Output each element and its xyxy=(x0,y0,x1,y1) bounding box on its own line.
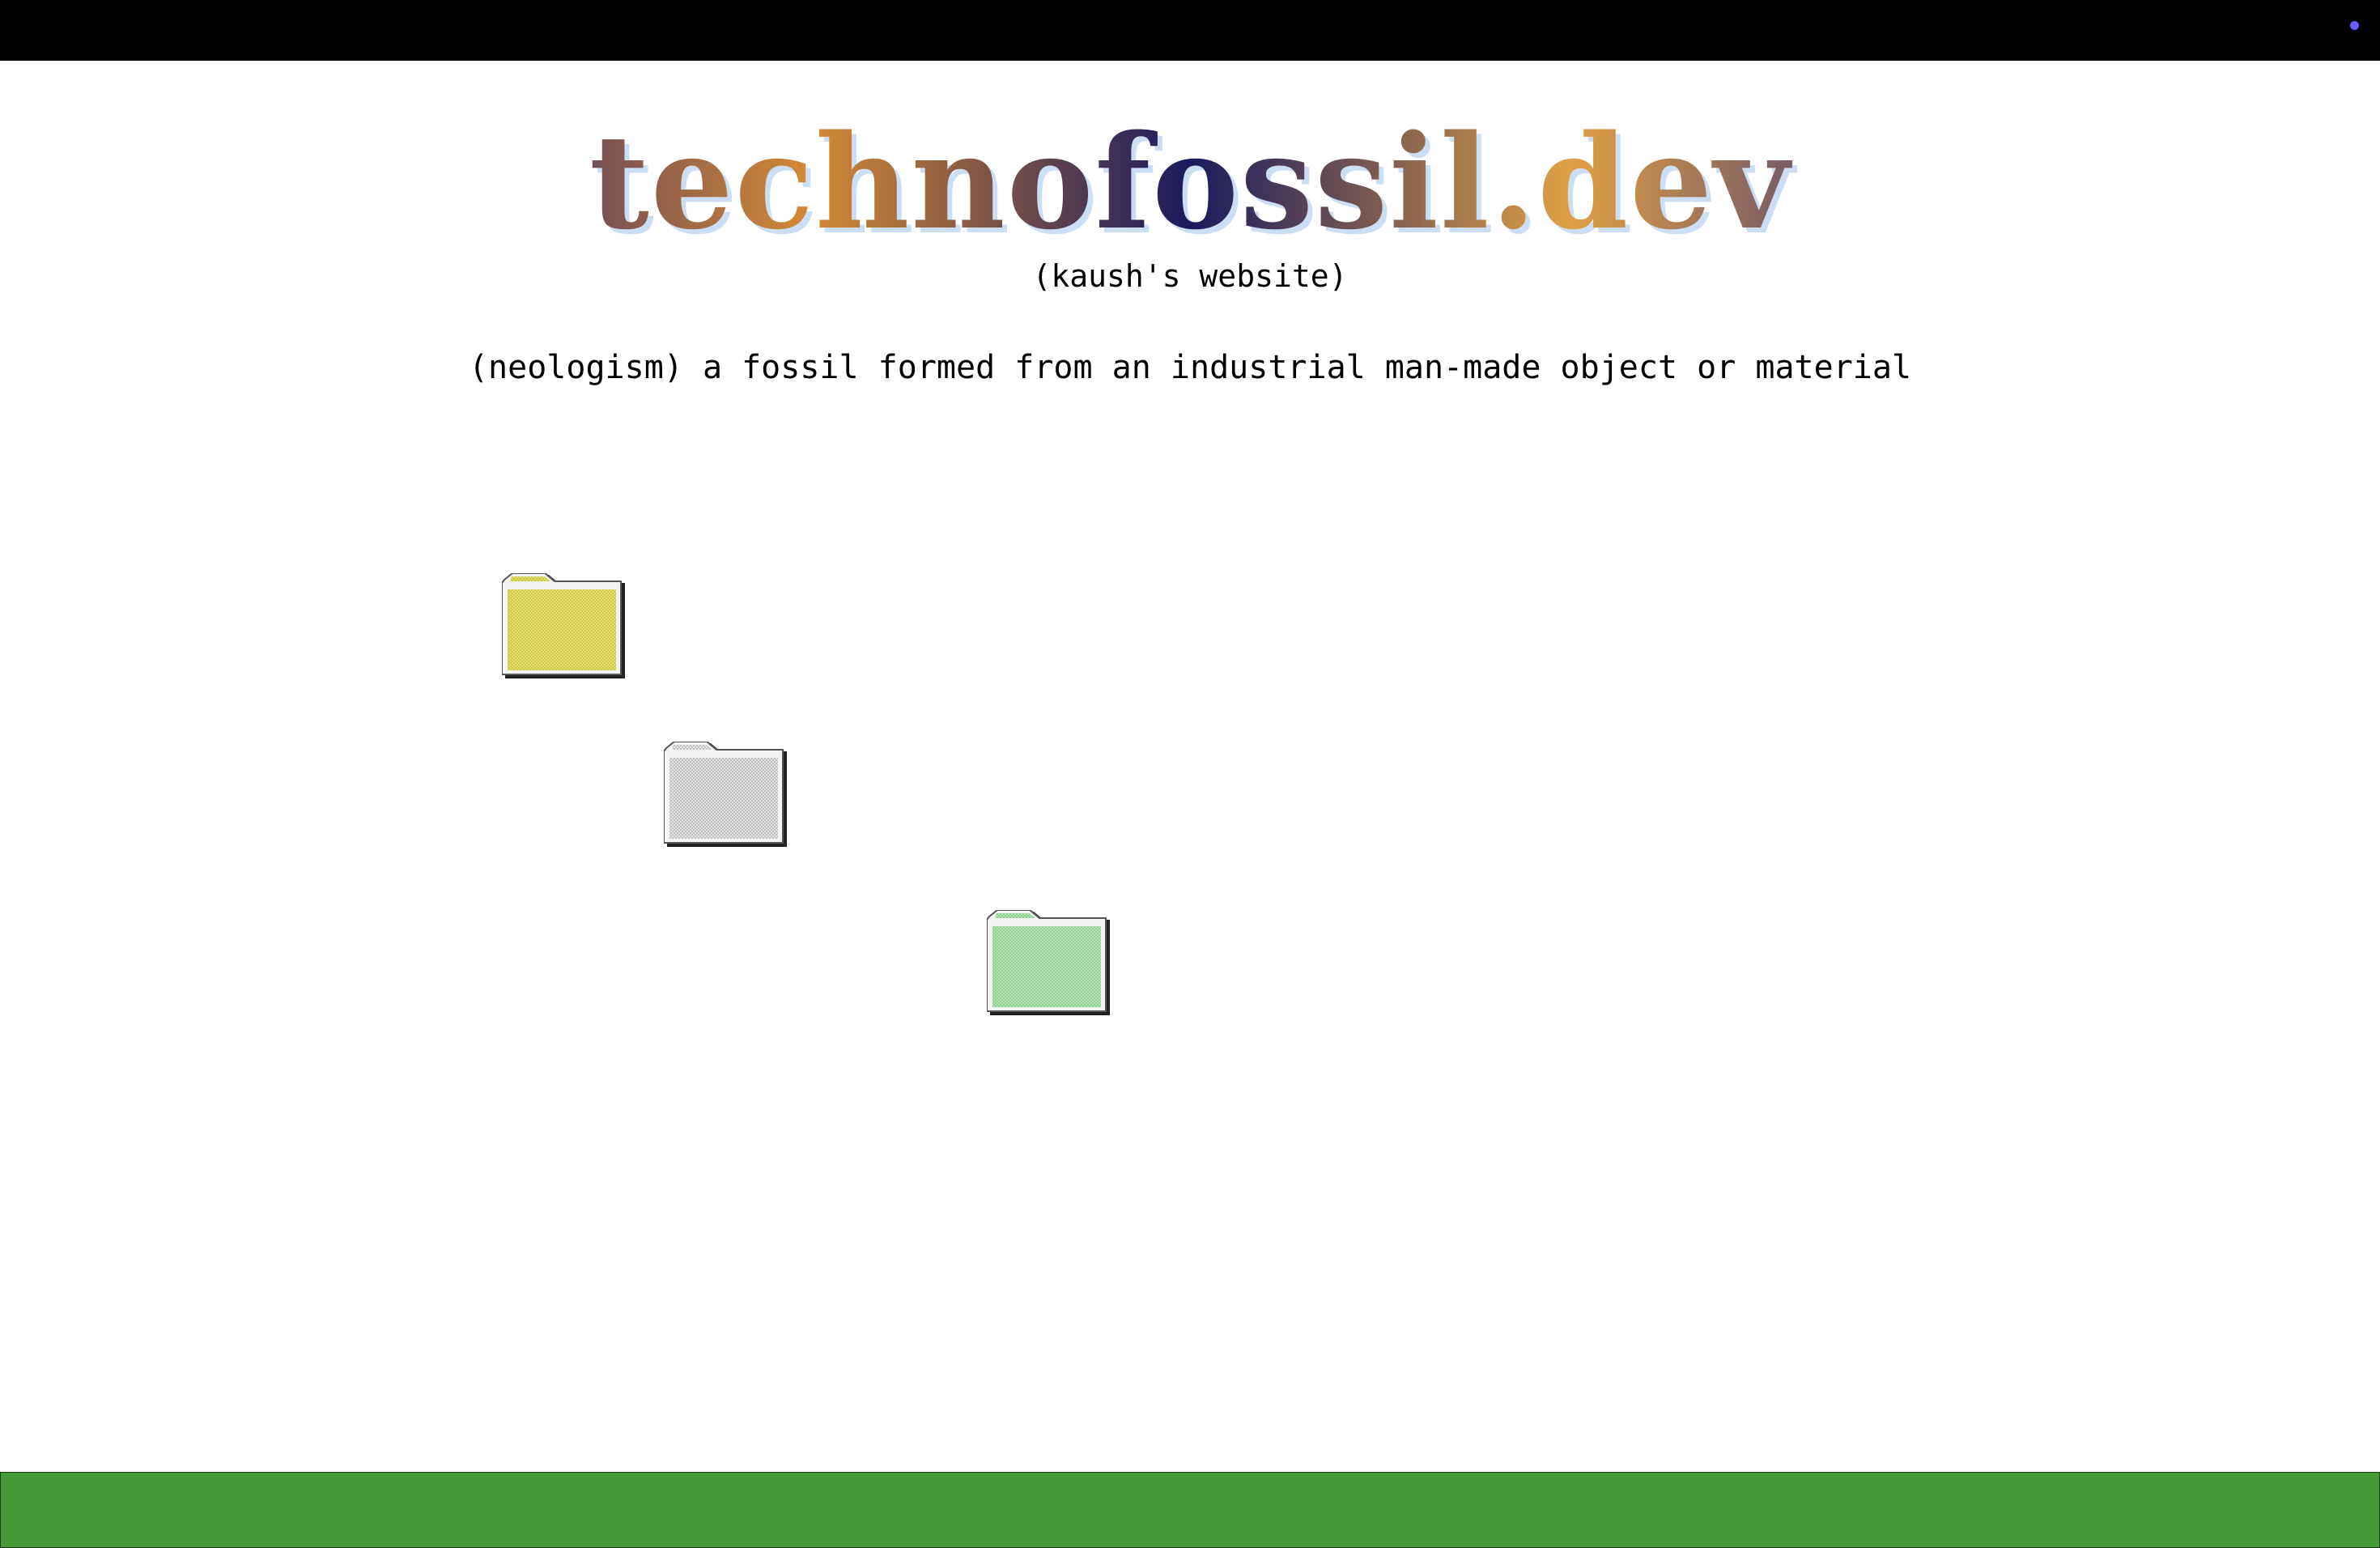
folder-icon[interactable] xyxy=(502,573,631,683)
top-bar xyxy=(0,0,2380,61)
site-title: technofossil.dev xyxy=(0,105,2380,259)
site-subtitle: (kaush's website) xyxy=(1032,258,1348,294)
folder-icon[interactable] xyxy=(664,742,793,851)
site-definition: (neologism) a fossil formed from an indu… xyxy=(468,349,1912,386)
folder-icon[interactable] xyxy=(987,910,1116,1019)
status-dot xyxy=(2350,21,2359,30)
taskbar xyxy=(0,1472,2380,1548)
page: technofossil.dev technofossil.dev (kaush… xyxy=(0,0,2380,1548)
